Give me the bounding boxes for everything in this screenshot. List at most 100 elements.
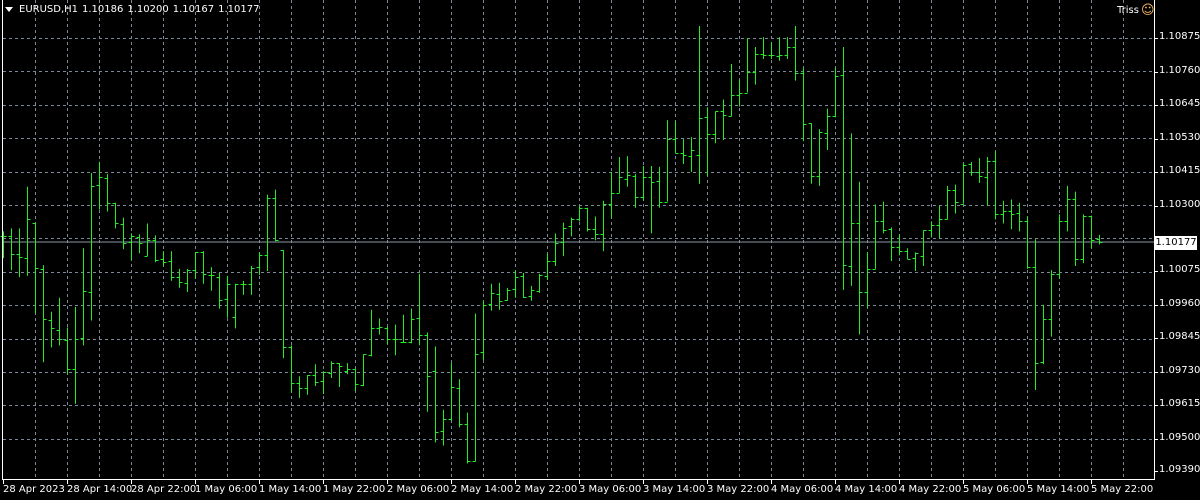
ohlc-bar <box>760 37 767 59</box>
ohlc-bar <box>624 156 631 187</box>
ohlc-bar <box>920 230 927 267</box>
ohlc-bar <box>736 79 743 107</box>
ohlc-bar <box>984 156 991 206</box>
ohlc-bar <box>968 161 975 176</box>
ohlc-bar <box>1008 199 1015 230</box>
ohlc-bar <box>824 108 831 150</box>
ohlc-bar <box>24 186 31 276</box>
ohlc-bar <box>952 184 959 214</box>
header-open: 1.10186 <box>82 4 124 15</box>
price-tick-label: 1.10075 <box>1159 264 1200 276</box>
ohlc-bar <box>264 194 271 271</box>
ohlc-bar <box>504 287 511 301</box>
ohlc-bar <box>32 223 39 314</box>
ohlc-bar <box>928 221 935 238</box>
ohlc-bar <box>904 248 911 260</box>
time-tick-label: 3 May 14:00 <box>643 484 706 495</box>
ohlc-bar <box>696 26 703 184</box>
ohlc-bar <box>536 273 543 293</box>
ohlc-bar <box>192 252 199 279</box>
ohlc-bar <box>360 354 367 387</box>
price-tick-label: 1.10760 <box>1159 64 1200 76</box>
price-tick-label: 1.09730 <box>1159 364 1200 376</box>
ohlc-bar <box>328 361 335 378</box>
time-tick-label: 28 Apr 22:00 <box>131 484 197 495</box>
ohlc-bar <box>112 202 119 229</box>
ohlc-bar <box>528 285 535 301</box>
price-tick-label: 1.09960 <box>1159 297 1200 309</box>
ohlc-bar <box>1056 214 1063 279</box>
ohlc-bar <box>368 309 375 357</box>
ohlc-bar <box>896 234 903 256</box>
symbol-timeframe: EURUSD,H1 <box>19 4 79 15</box>
price-tick-label: 1.10645 <box>1159 98 1200 110</box>
ohlc-bar <box>176 268 183 288</box>
ohlc-bar <box>544 253 551 281</box>
ohlc-bar <box>144 223 151 257</box>
ohlc-bar <box>872 204 879 270</box>
ohlc-bar <box>976 158 983 183</box>
time-tick-label: 5 May 14:00 <box>1027 484 1090 495</box>
ohlc-bar <box>592 216 599 241</box>
time-tick-label: 1 May 14:00 <box>259 484 322 495</box>
ohlc-bar <box>320 371 327 395</box>
ohlc-bar <box>560 222 567 257</box>
ohlc-bar <box>936 205 943 239</box>
time-tick-label: 3 May 06:00 <box>579 484 642 495</box>
ohlc-bar <box>808 123 815 184</box>
ohlc-bar <box>688 137 695 172</box>
ohlc-bar <box>0 231 7 259</box>
ohlc-bar <box>848 133 855 286</box>
ohlc-bar <box>416 273 423 346</box>
ohlc-bar <box>64 327 71 375</box>
ohlc-bar <box>768 42 775 59</box>
ohlc-bar <box>128 233 135 261</box>
ohlc-bar <box>912 252 919 271</box>
header-low: 1.10167 <box>172 4 215 15</box>
time-tick-label: 2 May 14:00 <box>451 484 514 495</box>
ohlc-bar <box>680 139 687 164</box>
ohlc-bar <box>856 181 863 335</box>
ohlc-bar <box>96 161 103 210</box>
ohlc-bar <box>704 107 711 176</box>
ohlc-bar <box>576 205 583 222</box>
time-tick-label: 28 Apr 2023 <box>3 484 65 495</box>
ohlc-bar <box>792 26 799 81</box>
ohlc-bar <box>832 67 839 118</box>
ohlc-bar <box>312 364 319 387</box>
ohlc-bar <box>120 217 127 250</box>
ohlc-bar <box>200 251 207 284</box>
ohlc-bar <box>568 217 575 237</box>
time-tick-label: 28 Apr 14:00 <box>67 484 133 495</box>
time-tick-label: 4 May 14:00 <box>835 484 898 495</box>
time-tick-label: 2 May 06:00 <box>387 484 450 495</box>
ohlc-bar <box>248 266 255 295</box>
price-tick-label: 1.09500 <box>1159 431 1200 443</box>
current-price-label: 1.10177 <box>1155 236 1197 250</box>
ohlc-bar <box>80 248 87 346</box>
expert-name: Triss <box>1117 5 1139 16</box>
dropdown-triangle-icon[interactable] <box>5 7 13 12</box>
price-chart[interactable] <box>0 0 1200 500</box>
ohlc-bar <box>456 379 463 428</box>
ohlc-bar <box>1096 234 1103 245</box>
ohlc-bar <box>480 300 487 361</box>
ohlc-bar <box>304 375 311 395</box>
ohlc-bar <box>632 173 639 208</box>
time-tick-label: 1 May 06:00 <box>195 484 258 495</box>
ohlc-bar <box>784 37 791 59</box>
ohlc-bar <box>744 38 751 94</box>
price-tick-label: 1.10300 <box>1159 198 1200 210</box>
expert-advisor-badge[interactable]: Triss ☺ <box>1117 4 1155 17</box>
ohlc-bar <box>8 228 15 271</box>
ohlc-bar <box>72 306 79 404</box>
ohlc-bar <box>1024 216 1031 269</box>
ohlc-bar <box>296 376 303 398</box>
ohlc-bar <box>1048 270 1055 337</box>
ohlc-bar <box>600 200 607 252</box>
time-tick-label: 5 May 22:00 <box>1091 484 1154 495</box>
ohlc-bar <box>392 324 399 356</box>
price-tick-label: 1.09615 <box>1159 398 1200 410</box>
ohlc-bar <box>16 228 23 278</box>
ohlc-bar <box>56 297 63 346</box>
